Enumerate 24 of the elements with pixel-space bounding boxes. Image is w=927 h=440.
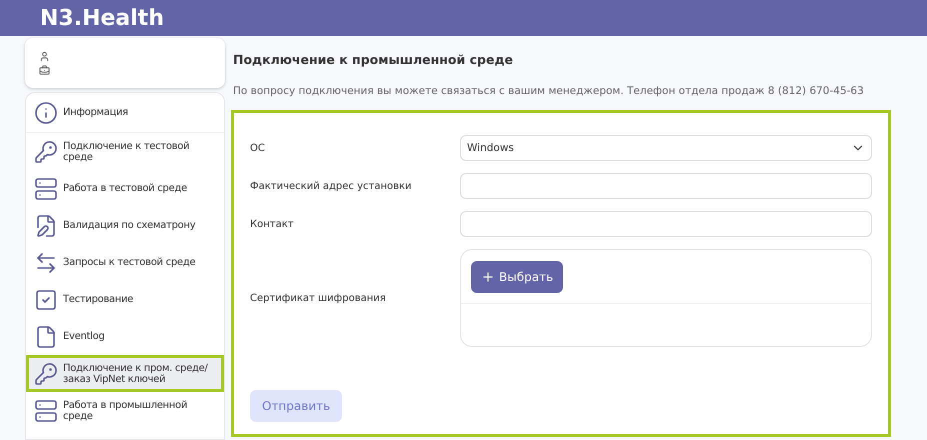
nav-item[interactable]: Подключение к пром. среде/ заказ VipNet ключей <box>26 355 224 392</box>
choose-button[interactable]: Выбрать <box>471 260 564 292</box>
file-icon <box>34 324 58 348</box>
field-label: Сертификат шифрования <box>250 292 387 304</box>
server-icon <box>34 398 58 422</box>
input-field[interactable] <box>460 211 872 237</box>
page-description: По вопросу подключения вы можете связаться с вашим менеджером. Телефон отдела продаж 8 (812) 670-45-63 <box>233 85 865 97</box>
field-label: ОС <box>250 142 266 154</box>
page-title: Подключение к промышленной среде <box>233 52 514 67</box>
briefcase-icon <box>39 64 50 76</box>
key-icon <box>34 362 58 386</box>
plus-icon <box>481 270 495 284</box>
file-pen-icon <box>34 214 58 238</box>
input-field[interactable] <box>460 173 872 199</box>
info-icon <box>34 100 58 124</box>
logo: N3.Health <box>40 6 164 30</box>
checkbox-icon <box>34 288 58 312</box>
server-icon <box>34 176 58 200</box>
key-icon <box>34 140 58 164</box>
user-icon <box>39 50 50 62</box>
field-label: Фактический адрес установки <box>250 180 413 192</box>
field-label: Контакт <box>250 218 295 230</box>
os-select[interactable]: Windows <box>460 135 872 161</box>
nav-item[interactable]: Информация <box>26 93 224 133</box>
